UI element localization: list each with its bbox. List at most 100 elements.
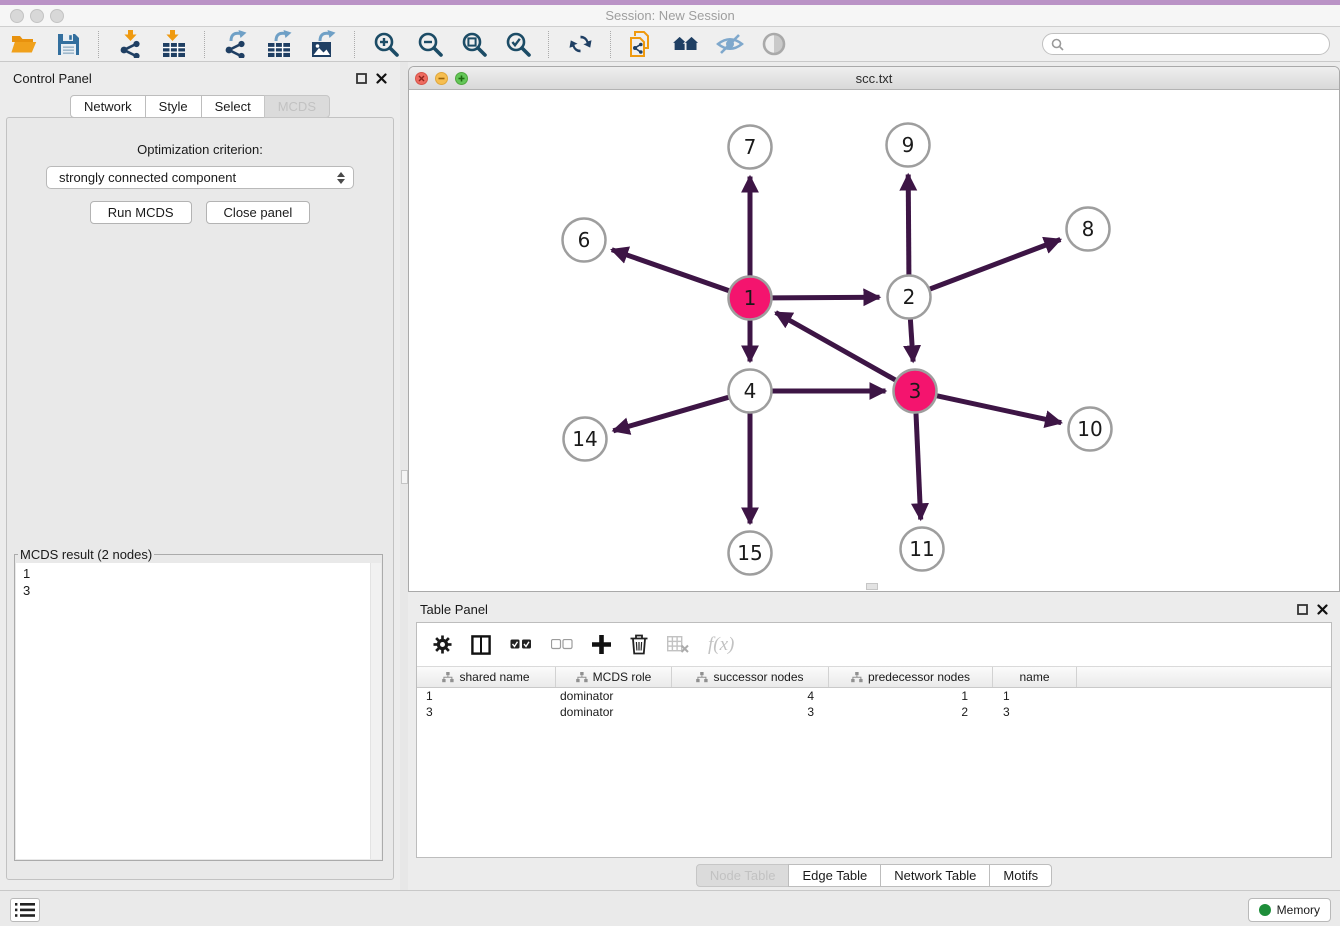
graph-edge[interactable] (916, 414, 921, 520)
zoom-out-icon (417, 31, 444, 58)
tab-select[interactable]: Select (201, 95, 265, 118)
table-cell[interactable]: 3 (417, 705, 556, 719)
graph-node-label: 10 (1077, 417, 1102, 441)
column-header-shared-name[interactable]: shared name (417, 667, 556, 687)
optimization-criterion-label: Optimization criterion: (7, 142, 393, 157)
tab-network-table[interactable]: Network Table (880, 864, 990, 887)
export-table-button[interactable] (266, 30, 294, 58)
control-panel-title: Control Panel (13, 71, 92, 86)
panel-splitter[interactable] (400, 62, 408, 890)
table-row[interactable]: 3dominator323 (417, 704, 1331, 720)
mcds-result-list[interactable]: 13 (16, 563, 381, 859)
run-mcds-button[interactable]: Run MCDS (90, 201, 192, 224)
memory-button[interactable]: Memory (1248, 898, 1331, 922)
table-cell[interactable]: dominator (556, 705, 672, 719)
import-table-icon (162, 30, 186, 58)
save-icon (57, 33, 80, 56)
zoom-fit-button[interactable] (460, 30, 488, 58)
tab-node-table[interactable]: Node Table (696, 864, 790, 887)
criterion-select-value: strongly connected component (59, 170, 236, 185)
table-cell[interactable]: 4 (672, 689, 829, 703)
network-splitter-handle[interactable] (866, 583, 878, 590)
table-panel-title: Table Panel (420, 602, 488, 617)
zoom-in-icon (373, 31, 400, 58)
split-view-icon (471, 635, 491, 655)
graph-edge[interactable] (937, 396, 1061, 423)
network-canvas[interactable]: 7968124314101511 (409, 90, 1339, 591)
table-cell[interactable]: 1 (829, 689, 993, 703)
show-graphics-icon (761, 31, 787, 57)
tab-mcds[interactable]: MCDS (264, 95, 330, 118)
tab-network[interactable]: Network (70, 95, 146, 118)
graph-edge[interactable] (776, 313, 896, 381)
control-panel: Control Panel Network Style Select MCDS … (0, 62, 400, 890)
table-cell[interactable]: 1 (993, 689, 1077, 703)
table-cell[interactable]: 2 (829, 705, 993, 719)
column-header-successor-nodes[interactable]: successor nodes (672, 667, 829, 687)
float-panel-icon[interactable] (356, 73, 367, 84)
tab-edge-table[interactable]: Edge Table (788, 864, 881, 887)
toolbar-separator (610, 31, 612, 58)
show-graphics-button[interactable] (760, 30, 788, 58)
import-network-button[interactable] (116, 30, 144, 58)
export-network-button[interactable] (222, 30, 250, 58)
graph-edge[interactable] (930, 240, 1060, 290)
float-table-panel-icon[interactable] (1297, 604, 1308, 615)
split-view-button[interactable] (471, 635, 491, 655)
open-file-button[interactable] (10, 30, 38, 58)
table-panel: Table Panel (408, 596, 1340, 890)
table-settings-button[interactable] (433, 635, 452, 654)
close-panel-button[interactable]: Close panel (206, 201, 311, 224)
add-row-button[interactable] (592, 635, 611, 654)
column-type-icon (442, 672, 454, 683)
tab-motifs[interactable]: Motifs (989, 864, 1052, 887)
hide-graphics-button[interactable] (716, 30, 744, 58)
graph-edge[interactable] (908, 175, 909, 275)
search-input[interactable] (1069, 36, 1321, 52)
delete-row-button[interactable] (630, 634, 648, 655)
home-button[interactable] (672, 30, 700, 58)
network-graph[interactable]: 7968124314101511 (409, 90, 1339, 592)
import-network-icon (118, 30, 143, 58)
tab-style[interactable]: Style (145, 95, 202, 118)
export-network-icon (223, 30, 249, 58)
search-box[interactable] (1042, 33, 1330, 55)
table-row[interactable]: 1dominator411 (417, 688, 1331, 704)
column-header-predecessor-nodes[interactable]: predecessor nodes (829, 667, 993, 687)
zoom-selected-button[interactable] (504, 30, 532, 58)
zoom-in-button[interactable] (372, 30, 400, 58)
graph-node-label: 2 (903, 285, 916, 309)
deselect-all-icon (551, 639, 573, 650)
zoom-out-button[interactable] (416, 30, 444, 58)
table-cell[interactable]: 1 (417, 689, 556, 703)
graph-edge[interactable] (612, 250, 729, 291)
table-cell[interactable]: 3 (672, 705, 829, 719)
graph-edge[interactable] (773, 297, 880, 298)
main-toolbar (0, 27, 1340, 62)
network-window-titlebar[interactable]: scc.txt (409, 67, 1339, 90)
graph-node-label: 14 (572, 427, 597, 451)
column-header-mcds-role[interactable]: MCDS role (556, 667, 672, 687)
graph-node-label: 11 (909, 537, 934, 561)
control-panel-header: Control Panel (0, 62, 400, 95)
table-cell[interactable]: 3 (993, 705, 1077, 719)
close-table-panel-icon[interactable] (1317, 604, 1328, 615)
refresh-button[interactable] (566, 30, 594, 58)
import-table-button[interactable] (160, 30, 188, 58)
network-window: scc.txt 7968124314101511 (408, 66, 1340, 592)
task-history-button[interactable] (10, 898, 40, 922)
deselect-all-button[interactable] (551, 639, 573, 650)
network-overview-button[interactable] (628, 30, 656, 58)
table-cell[interactable]: dominator (556, 689, 672, 703)
splitter-handle[interactable] (401, 470, 408, 484)
result-scrollbar[interactable] (370, 563, 381, 859)
export-image-button[interactable] (310, 30, 338, 58)
save-session-button[interactable] (54, 30, 82, 58)
close-panel-icon[interactable] (376, 73, 387, 84)
graph-edge[interactable] (910, 320, 913, 362)
criterion-select[interactable]: strongly connected component (46, 166, 354, 189)
mcds-result-title: MCDS result (2 nodes) (18, 547, 154, 562)
graph-edge[interactable] (613, 397, 728, 431)
select-all-button[interactable] (510, 639, 532, 650)
column-header-name[interactable]: name (993, 667, 1077, 687)
